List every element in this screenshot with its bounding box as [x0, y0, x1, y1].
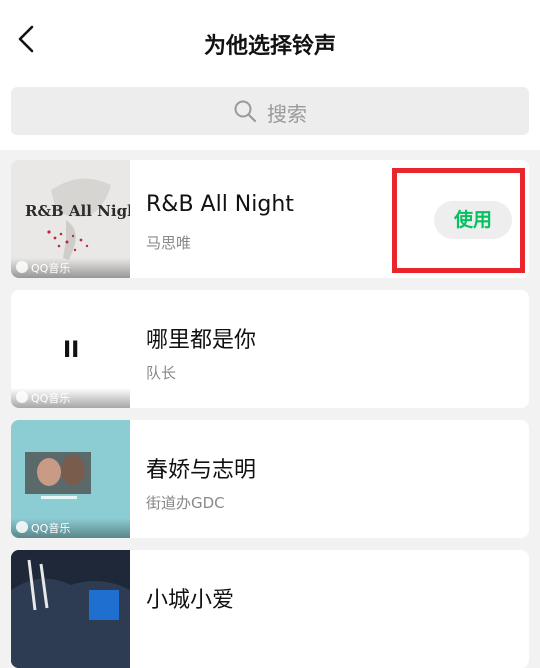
song-artist: 队长 [146, 364, 177, 382]
album-cover[interactable]: II QQ音乐 [11, 290, 130, 408]
highlight-box [392, 168, 525, 273]
pause-icon[interactable]: II [63, 338, 79, 363]
qq-music-icon [16, 521, 28, 533]
song-title: 春娇与志明 [146, 458, 257, 483]
source-label: QQ音乐 [31, 522, 71, 535]
album-cover: QQ音乐 [11, 420, 130, 538]
search-area: 搜索 [0, 72, 540, 150]
source-label: QQ音乐 [31, 392, 71, 405]
search-icon [234, 100, 257, 123]
song-item[interactable]: 小城小爱 [11, 550, 529, 668]
song-item[interactable]: II QQ音乐 哪里都是你 队长 [11, 290, 529, 408]
page-title: 为他选择铃声 [203, 34, 336, 59]
album-art-image [11, 550, 130, 668]
album-cover: R&B All Night QQ音乐 [11, 160, 130, 278]
song-artist: 街道办GDC [146, 494, 225, 512]
source-badge: QQ音乐 [11, 258, 130, 278]
song-item[interactable]: QQ音乐 春娇与志明 街道办GDC [11, 420, 529, 538]
song-artist: 马思唯 [146, 234, 192, 252]
album-cover [11, 550, 130, 668]
source-label: QQ音乐 [31, 262, 71, 275]
search-input[interactable]: 搜索 [11, 87, 529, 135]
song-title: R&B All Night [146, 192, 294, 217]
cover-title-text: R&B All Night [25, 202, 130, 220]
source-badge: QQ音乐 [11, 518, 130, 538]
search-placeholder: 搜索 [267, 102, 307, 126]
top-bar: 为他选择铃声 [0, 0, 540, 72]
qq-music-icon [16, 391, 28, 403]
song-title: 哪里都是你 [146, 328, 257, 353]
source-badge: QQ音乐 [11, 388, 130, 408]
qq-music-icon [16, 261, 28, 273]
song-title: 小城小爱 [146, 588, 235, 613]
